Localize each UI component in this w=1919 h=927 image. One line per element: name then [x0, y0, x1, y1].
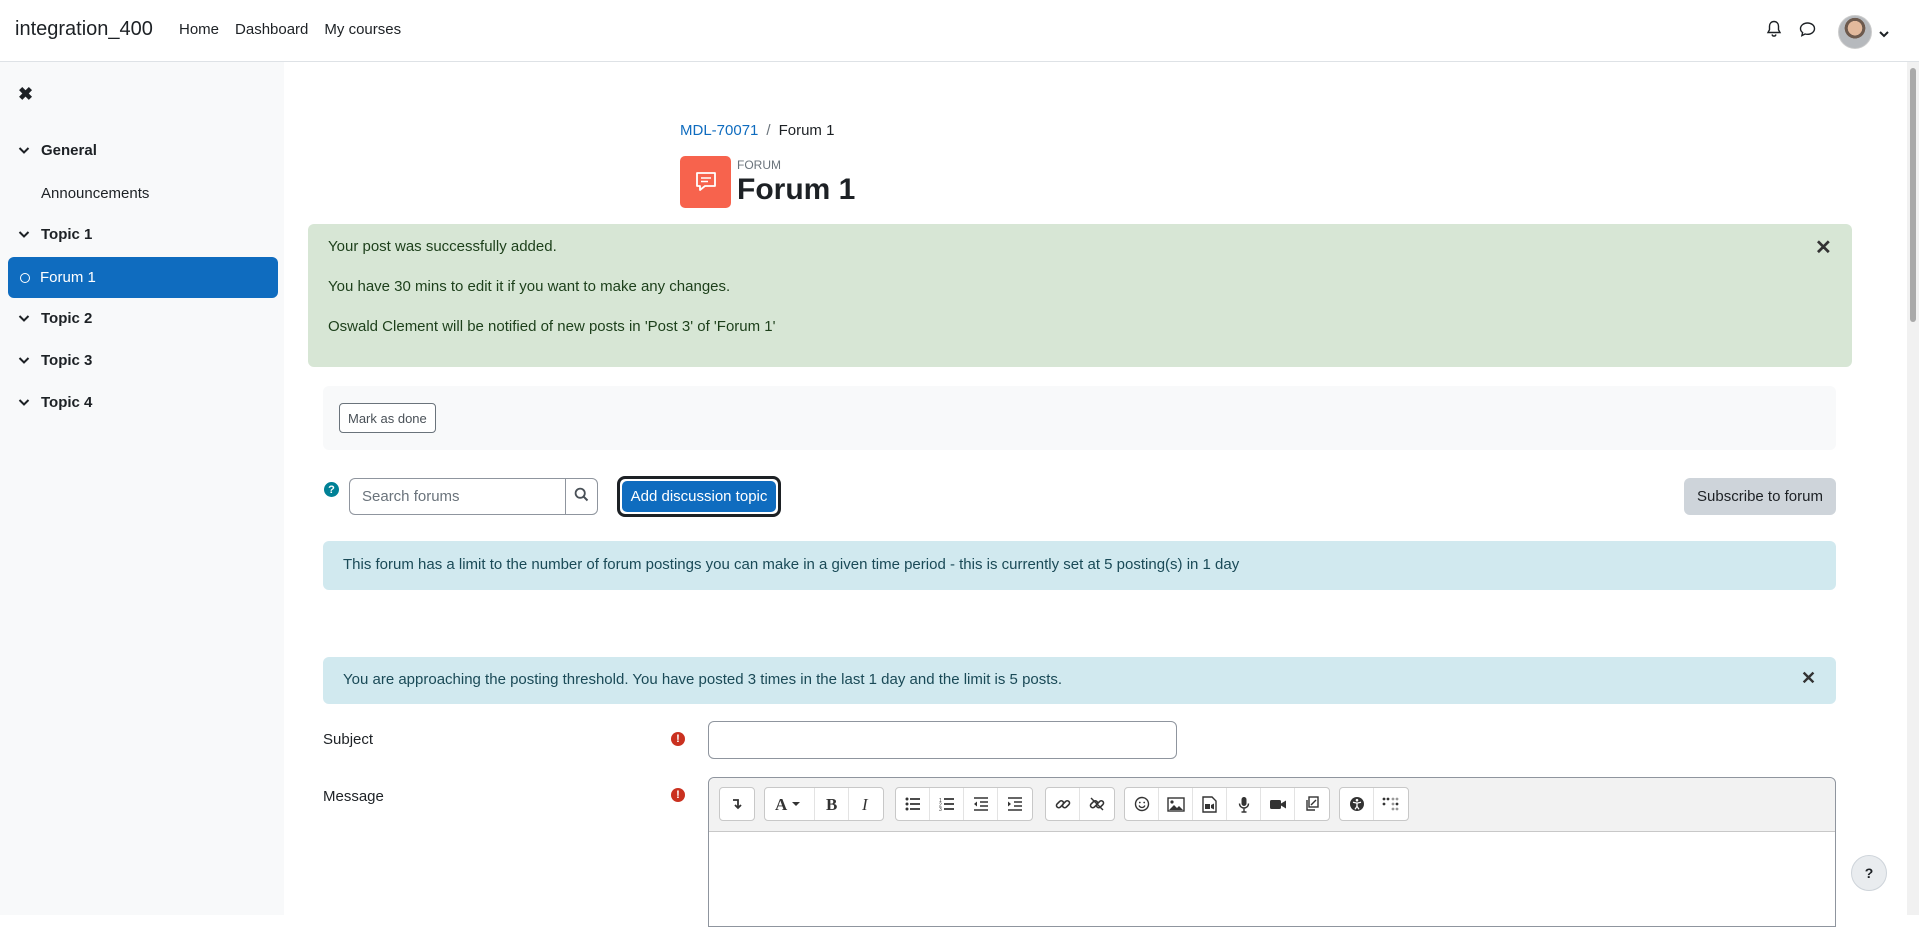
emoji-icon[interactable] [1125, 788, 1159, 820]
section-topic-1[interactable]: Topic 1 [18, 226, 92, 243]
alert-message: Oswald Clement will be notified of new p… [328, 318, 776, 335]
show-more-buttons-icon[interactable] [720, 788, 754, 820]
page-title: Forum 1 [737, 173, 856, 206]
toolbar-group: A B I [764, 787, 884, 821]
section-topic-3[interactable]: Topic 3 [18, 352, 92, 369]
help-icon[interactable]: ? [324, 482, 339, 497]
subject-field[interactable] [708, 721, 1177, 759]
section-label: Topic 1 [41, 226, 93, 243]
add-discussion-topic-button[interactable]: Add discussion topic [617, 476, 781, 517]
breadcrumb-current[interactable]: Forum 1 [779, 122, 835, 139]
unlink-icon[interactable] [1080, 788, 1114, 820]
breadcrumb: MDL-70071 / Forum 1 [680, 122, 834, 139]
image-icon[interactable] [1159, 788, 1193, 820]
search-forums-form [349, 478, 598, 515]
bell-icon[interactable] [1766, 20, 1782, 42]
site-name[interactable]: integration_400 [15, 18, 153, 41]
posting-limit-notice: This forum has a limit to the number of … [323, 541, 1836, 590]
toolbar-group [719, 787, 755, 821]
top-navbar: integration_400 Home Dashboard My course… [0, 0, 1919, 62]
chevron-down-icon[interactable] [18, 352, 32, 369]
italic-icon[interactable]: I [849, 788, 883, 820]
page-help-button[interactable]: ? [1851, 855, 1887, 891]
activity-type-label: FORUM [737, 158, 781, 172]
toolbar-group [1124, 787, 1330, 821]
section-topic-2[interactable]: Topic 2 [18, 310, 92, 327]
section-label: Topic 3 [41, 352, 93, 369]
chevron-down-icon[interactable] [18, 310, 32, 327]
indent-icon[interactable] [998, 788, 1032, 820]
required-icon: ! [671, 732, 685, 746]
link-icon[interactable] [1046, 788, 1080, 820]
search-button[interactable] [565, 478, 598, 515]
alert-message: Your post was successfully added. [328, 238, 557, 255]
outdent-icon[interactable] [964, 788, 998, 820]
button-label: Add discussion topic [622, 481, 776, 512]
chevron-down-icon[interactable] [18, 226, 32, 243]
chevron-down-icon[interactable] [18, 142, 32, 159]
forum-icon [680, 156, 731, 208]
section-label: Topic 4 [41, 394, 93, 411]
scrollbar-thumb[interactable] [1910, 68, 1916, 322]
alert-message: You have 30 mins to edit it if you want … [328, 278, 731, 295]
section-label: Topic 2 [41, 310, 93, 327]
section-label: General [41, 142, 97, 159]
search-icon [574, 487, 589, 506]
posting-threshold-alert: You are approaching the posting threshol… [323, 657, 1836, 704]
toolbar-group [1339, 787, 1409, 821]
message-label: Message [323, 788, 384, 805]
chevron-down-icon[interactable] [1879, 25, 1889, 42]
notice-text: This forum has a limit to the number of … [343, 556, 1240, 573]
mark-as-done-button[interactable]: Mark as done [339, 403, 436, 433]
nav-my-courses[interactable]: My courses [324, 21, 401, 38]
toolbar-group [1045, 787, 1115, 821]
close-icon[interactable]: ✕ [1815, 235, 1832, 260]
required-icon: ! [671, 788, 685, 802]
success-alert: Your post was successfully added. You ha… [308, 224, 1852, 367]
unordered-list-icon[interactable] [896, 788, 930, 820]
activity-completion-panel: Mark as done [323, 386, 1836, 450]
chevron-down-icon[interactable] [18, 394, 32, 411]
media-icon[interactable] [1193, 788, 1227, 820]
close-icon[interactable]: ✖ [18, 84, 33, 105]
svg-text:I: I [861, 796, 869, 812]
message-editor: A B I 123 [708, 777, 1836, 927]
breadcrumb-separator: / [766, 122, 771, 139]
manage-files-icon[interactable] [1295, 788, 1329, 820]
bold-icon[interactable]: B [815, 788, 849, 820]
sidebar-item-announcements[interactable]: Announcements [41, 185, 149, 202]
svg-text:B: B [826, 796, 837, 812]
nav-home[interactable]: Home [179, 21, 219, 38]
toolbar-group: 123 [895, 787, 1033, 821]
subject-label: Subject [323, 731, 374, 748]
completion-circle-icon [20, 272, 30, 283]
section-general[interactable]: General [18, 142, 97, 159]
microphone-icon[interactable] [1227, 788, 1261, 820]
video-camera-icon[interactable] [1261, 788, 1295, 820]
ordered-list-icon[interactable]: 123 [930, 788, 964, 820]
accessibility-checker-icon[interactable] [1340, 788, 1374, 820]
sidebar-item-forum-1[interactable]: Forum 1 [8, 257, 278, 298]
editor-toolbar: A B I 123 [709, 778, 1835, 832]
subscribe-to-forum-button[interactable]: Subscribe to forum [1684, 478, 1836, 515]
svg-text:A: A [775, 796, 788, 812]
svg-text:3: 3 [939, 807, 942, 811]
course-index-drawer: ✖ General Announcements Topic 1 Forum 1 … [0, 62, 284, 915]
section-topic-4[interactable]: Topic 4 [18, 394, 92, 411]
close-icon[interactable]: ✕ [1801, 668, 1816, 689]
breadcrumb-course-link[interactable]: MDL-70071 [680, 122, 758, 139]
speech-bubble-icon[interactable] [1799, 21, 1816, 42]
nav-dashboard[interactable]: Dashboard [235, 21, 308, 38]
avatar[interactable] [1838, 15, 1872, 49]
screenreader-helper-icon[interactable] [1374, 788, 1408, 820]
font-style-icon[interactable]: A [765, 788, 815, 820]
sidebar-item-label: Forum 1 [40, 269, 96, 286]
search-input[interactable] [349, 478, 565, 515]
notice-text: You are approaching the posting threshol… [343, 671, 1063, 688]
primary-navigation: Home Dashboard My courses [179, 21, 401, 38]
